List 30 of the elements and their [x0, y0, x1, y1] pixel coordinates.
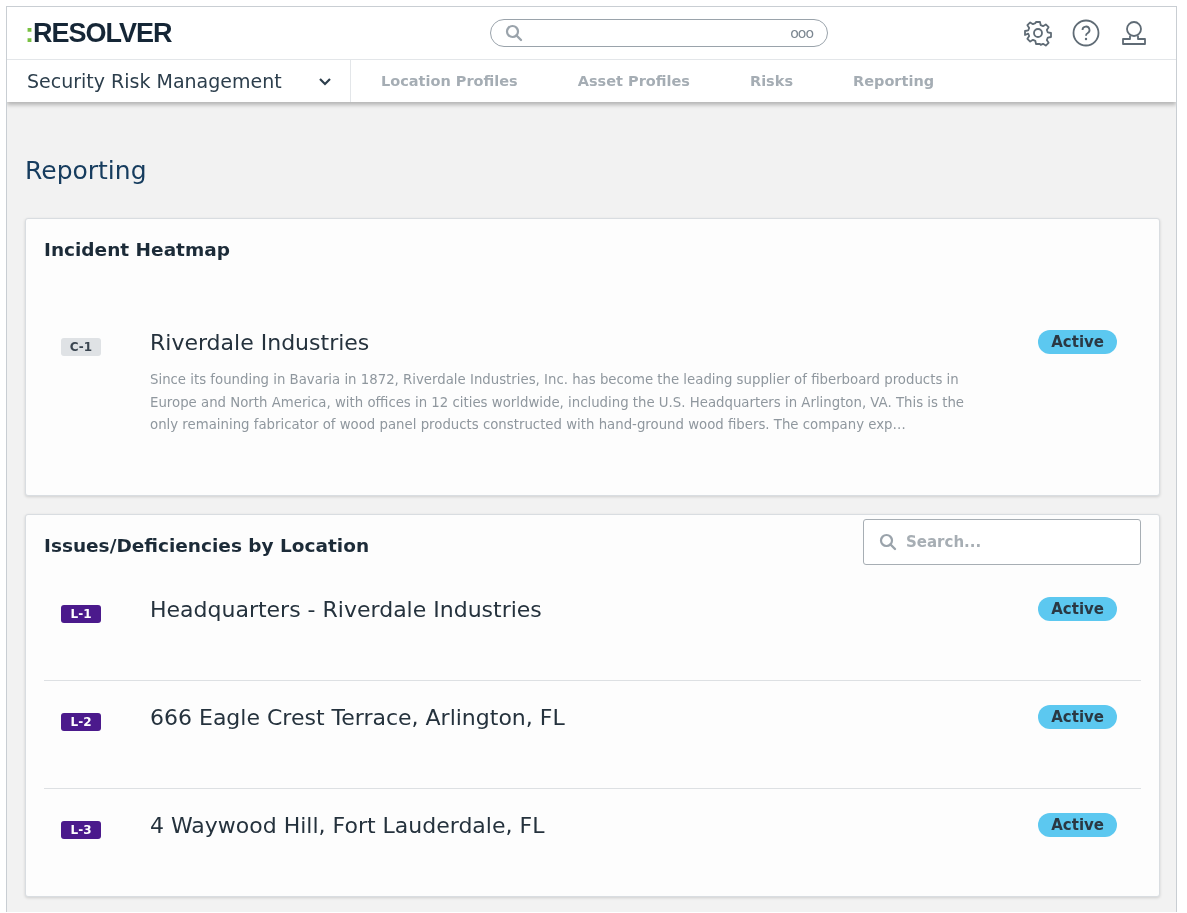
- record-name[interactable]: 4 Waywood Hill, Fort Lauderdale, FL: [150, 812, 1039, 838]
- record-name[interactable]: Headquarters - Riverdale Industries: [150, 596, 1039, 622]
- nav-tab[interactable]: Reporting: [853, 73, 935, 89]
- search-icon: [879, 532, 897, 551]
- help-icon[interactable]: [1072, 19, 1100, 47]
- record-description: Since its founding in Bavaria in 1872, Riverdale Industries, Inc. has become the leading supplier of fiberboard products in Europe and North America, with offices in 12 cities worldwide, including the U.S. Headquarters in Arlington, VA. This is the only remaining fabricator of wood panel products constructed with hand-ground wood fibers. The company exp…: [150, 371, 965, 434]
- status-pill: Active: [1038, 704, 1117, 729]
- search-icon: [505, 24, 523, 42]
- nav-tab[interactable]: Location Profiles: [381, 73, 518, 89]
- settings-icon[interactable]: [1024, 19, 1052, 47]
- status-pill: Active: [1038, 330, 1117, 354]
- id-badge: C-1: [61, 338, 101, 356]
- card-title: Incident Heatmap: [44, 239, 230, 260]
- card-title: Issues/Deficiencies by Location: [44, 534, 370, 556]
- logo: :RESOLVER: [25, 17, 173, 49]
- page-title: Reporting: [25, 156, 148, 185]
- search-field[interactable]: Search...: [863, 518, 1141, 565]
- chevron-icon: [318, 76, 332, 86]
- more-options[interactable]: ooo: [790, 25, 813, 41]
- status-pill: Active: [1038, 812, 1117, 837]
- id-badge: L-3: [61, 820, 101, 839]
- app-selector[interactable]: Security Risk Management: [7, 60, 351, 102]
- id-badge: L-1: [61, 604, 101, 623]
- record-name[interactable]: 666 Eagle Crest Terrace, Arlington, FL: [150, 704, 1039, 730]
- id-badge: L-2: [61, 712, 101, 731]
- record-name[interactable]: Riverdale Industries: [150, 330, 1039, 355]
- nav-tab[interactable]: Risks: [750, 73, 794, 89]
- nav-tab[interactable]: Asset Profiles: [577, 73, 690, 89]
- user-icon[interactable]: [1120, 19, 1148, 47]
- status-pill: Active: [1038, 596, 1117, 621]
